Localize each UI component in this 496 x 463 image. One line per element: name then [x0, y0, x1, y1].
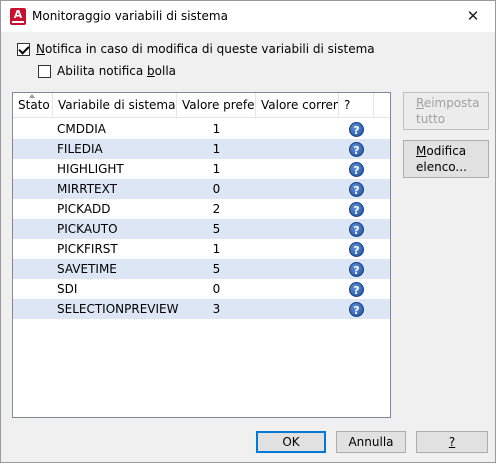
help-question-icon[interactable]: ?: [349, 121, 364, 137]
column-header-preferito[interactable]: Valore preferi: [177, 93, 256, 118]
preferred-value-cell[interactable]: 2: [177, 199, 256, 219]
current-value-cell: [256, 199, 339, 219]
preferred-value-cell[interactable]: 3: [177, 299, 256, 319]
current-value-cell: [256, 219, 339, 239]
help-question-icon[interactable]: ?: [349, 161, 364, 177]
notify-checkbox[interactable]: [17, 42, 30, 56]
help-cell[interactable]: ?: [339, 159, 374, 179]
current-value-cell: [256, 179, 339, 199]
column-header-help[interactable]: ?: [339, 93, 374, 118]
table-row[interactable]: PICKAUTO 5?: [13, 219, 390, 239]
current-value-cell: [256, 139, 339, 159]
status-cell: [13, 119, 53, 139]
table-row[interactable]: HIGHLIGHT 1?: [13, 159, 390, 179]
table-row[interactable]: MIRRTEXT 0?: [13, 179, 390, 199]
status-cell: [13, 139, 53, 159]
reset-all-button[interactable]: Reimposta tutto: [403, 92, 489, 130]
help-question-icon[interactable]: ?: [349, 181, 364, 197]
ok-button[interactable]: OK: [256, 431, 326, 453]
help-cell[interactable]: ?: [339, 179, 374, 199]
variable-name-cell: PICKADD: [57, 202, 111, 216]
variable-name-cell: PICKAUTO: [57, 222, 118, 236]
column-header-filler: [374, 93, 390, 118]
help-question-icon[interactable]: ?: [349, 281, 364, 297]
preferred-value-cell[interactable]: 5: [177, 259, 256, 279]
current-value-cell: [256, 159, 339, 179]
cancel-button[interactable]: Annulla: [336, 431, 406, 453]
table-row[interactable]: SDI 0?: [13, 279, 390, 299]
table-row[interactable]: PICKADD 2?: [13, 199, 390, 219]
balloon-checkbox[interactable]: [38, 64, 51, 78]
table-row[interactable]: SELECTIONPREVIEW 3?: [13, 299, 390, 319]
status-cell: [13, 179, 53, 199]
help-cell[interactable]: ?: [339, 259, 374, 279]
status-cell: [13, 239, 53, 259]
balloon-option[interactable]: Abilita notifica bolla: [38, 64, 176, 78]
preferred-value-cell[interactable]: 5: [177, 219, 256, 239]
table-row[interactable]: SAVETIME 5?: [13, 259, 390, 279]
column-header-variabile[interactable]: Variabile di sistema: [53, 93, 177, 118]
system-variable-monitor-dialog: A Monitoraggio variabili di sistema ✕ No…: [0, 0, 496, 463]
title-bar: A Monitoraggio variabili di sistema ✕: [1, 1, 495, 32]
help-question-icon[interactable]: ?: [349, 201, 364, 217]
status-cell: [13, 299, 53, 319]
variable-name-cell: SAVETIME: [57, 262, 117, 276]
list-header: Stato Variabile di sistema Valore prefer…: [13, 93, 390, 118]
help-question-icon[interactable]: ?: [349, 301, 364, 317]
variable-name-cell: PICKFIRST: [57, 242, 118, 256]
preferred-value-cell[interactable]: 0: [177, 179, 256, 199]
status-cell: [13, 279, 53, 299]
preferred-value-cell[interactable]: 1: [177, 119, 256, 139]
close-icon[interactable]: ✕: [451, 1, 495, 32]
sort-arrow-icon: [29, 94, 35, 98]
status-cell: [13, 199, 53, 219]
table-row[interactable]: PICKFIRST 1?: [13, 239, 390, 259]
preferred-value-cell[interactable]: 0: [177, 279, 256, 299]
help-cell[interactable]: ?: [339, 299, 374, 319]
list-rows: CMDDIA 1? FILEDIA 1? HIGHLIGHT 1? MIRRTEXT 0? PI…: [13, 119, 390, 319]
balloon-label: Abilita notifica bolla: [57, 64, 177, 78]
current-value-cell: [256, 119, 339, 139]
variable-name-cell: MIRRTEXT: [57, 182, 117, 196]
notify-option[interactable]: Notifica in caso di modifica di queste v…: [17, 42, 375, 56]
help-button[interactable]: ?: [416, 431, 488, 453]
variable-name-cell: SDI: [57, 282, 78, 296]
status-cell: [13, 259, 53, 279]
preferred-value-cell[interactable]: 1: [177, 239, 256, 259]
column-header-corrente[interactable]: Valore corrent: [256, 93, 339, 118]
help-question-icon[interactable]: ?: [349, 221, 364, 237]
current-value-cell: [256, 259, 339, 279]
table-row[interactable]: FILEDIA 1?: [13, 139, 390, 159]
window-title: Monitoraggio variabili di sistema: [32, 9, 228, 23]
notify-label: Notifica in caso di modifica di queste v…: [36, 42, 375, 56]
column-header-stato[interactable]: Stato: [13, 93, 53, 118]
edit-list-button[interactable]: Modifica elenco...: [403, 140, 489, 178]
current-value-cell: [256, 239, 339, 259]
help-question-icon[interactable]: ?: [349, 241, 364, 257]
help-cell[interactable]: ?: [339, 279, 374, 299]
help-question-icon[interactable]: ?: [349, 141, 364, 157]
variables-list[interactable]: Stato Variabile di sistema Valore prefer…: [12, 92, 391, 418]
variable-name-cell: SELECTIONPREVIEW: [57, 302, 179, 316]
help-cell[interactable]: ?: [339, 199, 374, 219]
autocad-app-icon: A: [10, 8, 26, 25]
status-cell: [13, 159, 53, 179]
help-question-icon[interactable]: ?: [349, 261, 364, 277]
help-cell[interactable]: ?: [339, 239, 374, 259]
table-row[interactable]: CMDDIA 1?: [13, 119, 390, 139]
help-cell[interactable]: ?: [339, 219, 374, 239]
variable-name-cell: HIGHLIGHT: [57, 162, 124, 176]
variable-name-cell: CMDDIA: [57, 122, 106, 136]
help-cell[interactable]: ?: [339, 119, 374, 139]
variable-name-cell: FILEDIA: [57, 142, 103, 156]
preferred-value-cell[interactable]: 1: [177, 139, 256, 159]
current-value-cell: [256, 279, 339, 299]
help-cell[interactable]: ?: [339, 139, 374, 159]
preferred-value-cell[interactable]: 1: [177, 159, 256, 179]
status-cell: [13, 219, 53, 239]
current-value-cell: [256, 299, 339, 319]
